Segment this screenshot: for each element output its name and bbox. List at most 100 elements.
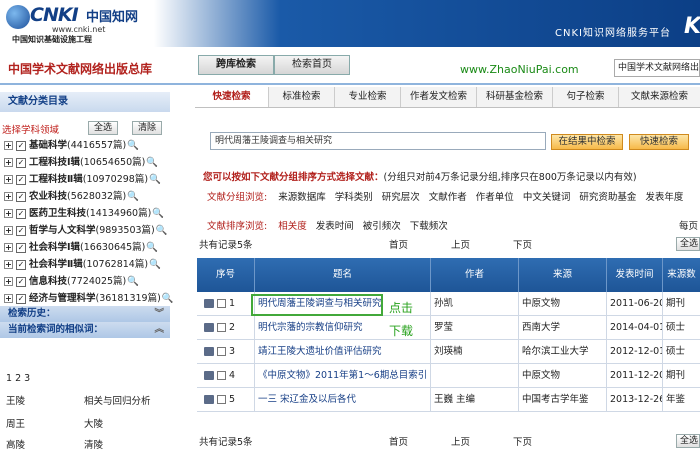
tab-quick-search[interactable]: 快速检索 [195,87,269,107]
next-page-link[interactable]: 下页 [513,237,532,251]
prev-page-link[interactable]: 上页 [451,237,470,251]
download-icon[interactable] [204,371,214,380]
related-word[interactable]: 大陵 [84,416,103,430]
search-icon[interactable]: 🔍 [127,276,139,287]
category-checkbox[interactable]: ✓ [16,191,26,202]
download-icon[interactable] [204,395,214,404]
category-checkbox[interactable]: ✓ [16,157,26,168]
search-icon[interactable]: 🔍 [146,242,158,253]
related-word[interactable]: 相关与回归分析 [84,393,151,407]
tab-author-search[interactable]: 作者发文检索 [401,87,477,107]
search-input[interactable]: 明代周藩王陵调查与相关研究 [210,132,546,150]
result-source[interactable]: 中原文物 [519,292,607,316]
category-checkbox[interactable]: ✓ [16,259,26,270]
tab-cross-db-search[interactable]: 跨库检索 [198,55,274,75]
row-checkbox[interactable] [217,323,226,332]
sort-item[interactable]: 下载频次 [410,221,448,232]
clear-button[interactable]: 清除 [132,121,162,135]
tab-sentence-search[interactable]: 句子检索 [553,87,619,107]
select-all-results-button[interactable]: 全选 [676,237,700,251]
sort-item[interactable]: 被引频次 [363,221,401,232]
chevron-up-icon[interactable]: ︽ [154,322,164,338]
expand-icon[interactable]: + [4,192,13,201]
result-source[interactable]: 西南大学 [519,316,607,340]
cnki-logo[interactable]: CNKI 中国知网 www.cnki.net 中国知识基础设施工程 [6,3,146,44]
category-item[interactable]: + ✓ 经济与管理科学(36181319篇)🔍 [4,291,174,307]
result-source[interactable]: 哈尔滨工业大学 [519,340,607,364]
select-all-button[interactable]: 全选 [88,121,118,135]
first-page-link[interactable]: 首页 [389,237,408,251]
expand-icon[interactable]: + [4,294,13,303]
result-source[interactable]: 中国考古学年鉴 [519,388,607,412]
category-checkbox[interactable]: ✓ [16,140,26,151]
row-checkbox[interactable] [217,395,226,404]
result-title-link[interactable]: 一三 宋辽金及以后各代 [255,388,431,412]
row-checkbox[interactable] [217,371,226,380]
expand-icon[interactable]: + [4,226,13,235]
related-pages[interactable]: 1 2 3 [6,373,30,384]
group-item[interactable]: 中文关键词 [523,192,571,203]
search-icon[interactable]: 🔍 [149,174,161,185]
result-title-link[interactable]: 《中原文物》2011年第1～6期总目索引 [255,364,431,388]
site-select[interactable]: 中国学术文献网络出 [614,59,700,77]
category-item[interactable]: + ✓ 社会科学Ⅰ辑(16630645篇)🔍 [4,240,158,256]
search-icon[interactable]: 🔍 [146,157,158,168]
next-page-link[interactable]: 下页 [513,434,532,448]
result-title-link[interactable]: 靖江王陵大遗址价值评估研究 [255,340,431,364]
group-item[interactable]: 研究资助基金 [579,192,636,203]
search-within-results-button[interactable]: 在结果中检索 [551,134,623,150]
search-icon[interactable]: 🔍 [156,225,168,236]
category-item[interactable]: + ✓ 基础科学(4416557篇)🔍 [4,138,139,154]
related-word[interactable]: 周王 [6,416,25,430]
result-author[interactable]: 孙凯 [431,292,519,316]
tab-search-home[interactable]: 检索首页 [274,55,350,75]
search-icon[interactable]: 🔍 [127,140,139,151]
expand-icon[interactable]: + [4,209,13,218]
expand-icon[interactable]: + [4,243,13,252]
sort-item[interactable]: 发表时间 [316,221,354,232]
category-item[interactable]: + ✓ 哲学与人文科学(9893503篇)🔍 [4,223,168,239]
category-item[interactable]: + ✓ 信息科技(7724025篇)🔍 [4,274,139,290]
chevron-down-icon[interactable]: ︾ [154,306,164,322]
result-author[interactable]: 刘瑛楠 [431,340,519,364]
col-header[interactable]: 来源数 [663,258,700,292]
category-item[interactable]: + ✓ 医药卫生科技(14134960篇)🔍 [4,206,164,222]
col-header[interactable]: 来源 [519,258,607,292]
category-checkbox[interactable]: ✓ [16,208,26,219]
group-item[interactable]: 研究层次 [382,192,420,203]
row-checkbox[interactable] [217,347,226,356]
first-page-link[interactable]: 首页 [389,434,408,448]
row-checkbox[interactable] [217,299,226,308]
download-icon[interactable] [204,323,214,332]
category-item[interactable]: + ✓ 农业科技(5628032篇)🔍 [4,189,139,205]
tab-standard-search[interactable]: 标准检索 [269,87,335,107]
col-header[interactable]: 序号 [197,258,255,292]
category-item[interactable]: + ✓ 工程科技Ⅱ辑(10970298篇)🔍 [4,172,161,188]
group-item[interactable]: 文献作者 [429,192,467,203]
category-checkbox[interactable]: ✓ [16,293,26,304]
expand-icon[interactable]: + [4,277,13,286]
expand-icon[interactable]: + [4,158,13,167]
related-word[interactable]: 王陵 [6,393,25,407]
tab-professional-search[interactable]: 专业检索 [335,87,401,107]
tab-fund-search[interactable]: 科研基金检索 [477,87,553,107]
download-icon[interactable] [204,299,214,308]
expand-icon[interactable]: + [4,175,13,184]
search-icon[interactable]: 🔍 [127,191,139,202]
expand-icon[interactable]: + [4,141,13,150]
download-icon[interactable] [204,347,214,356]
category-checkbox[interactable]: ✓ [16,276,26,287]
category-checkbox[interactable]: ✓ [16,225,26,236]
category-item[interactable]: + ✓ 社会科学Ⅱ辑(10762814篇)🔍 [4,257,161,273]
result-author[interactable]: 罗莹 [431,316,519,340]
col-header[interactable]: 作者 [431,258,519,292]
search-icon[interactable]: 🔍 [152,208,164,219]
result-author[interactable] [431,364,519,388]
group-item[interactable]: 发表年度 [645,192,683,203]
col-header[interactable]: 发表时间 [607,258,663,292]
result-source[interactable]: 中原文物 [519,364,607,388]
category-item[interactable]: + ✓ 工程科技Ⅰ辑(10654650篇)🔍 [4,155,158,171]
group-item[interactable]: 学科类别 [335,192,373,203]
select-all-results-button[interactable]: 全选 [676,434,700,448]
col-header[interactable]: 题名 [255,258,431,292]
